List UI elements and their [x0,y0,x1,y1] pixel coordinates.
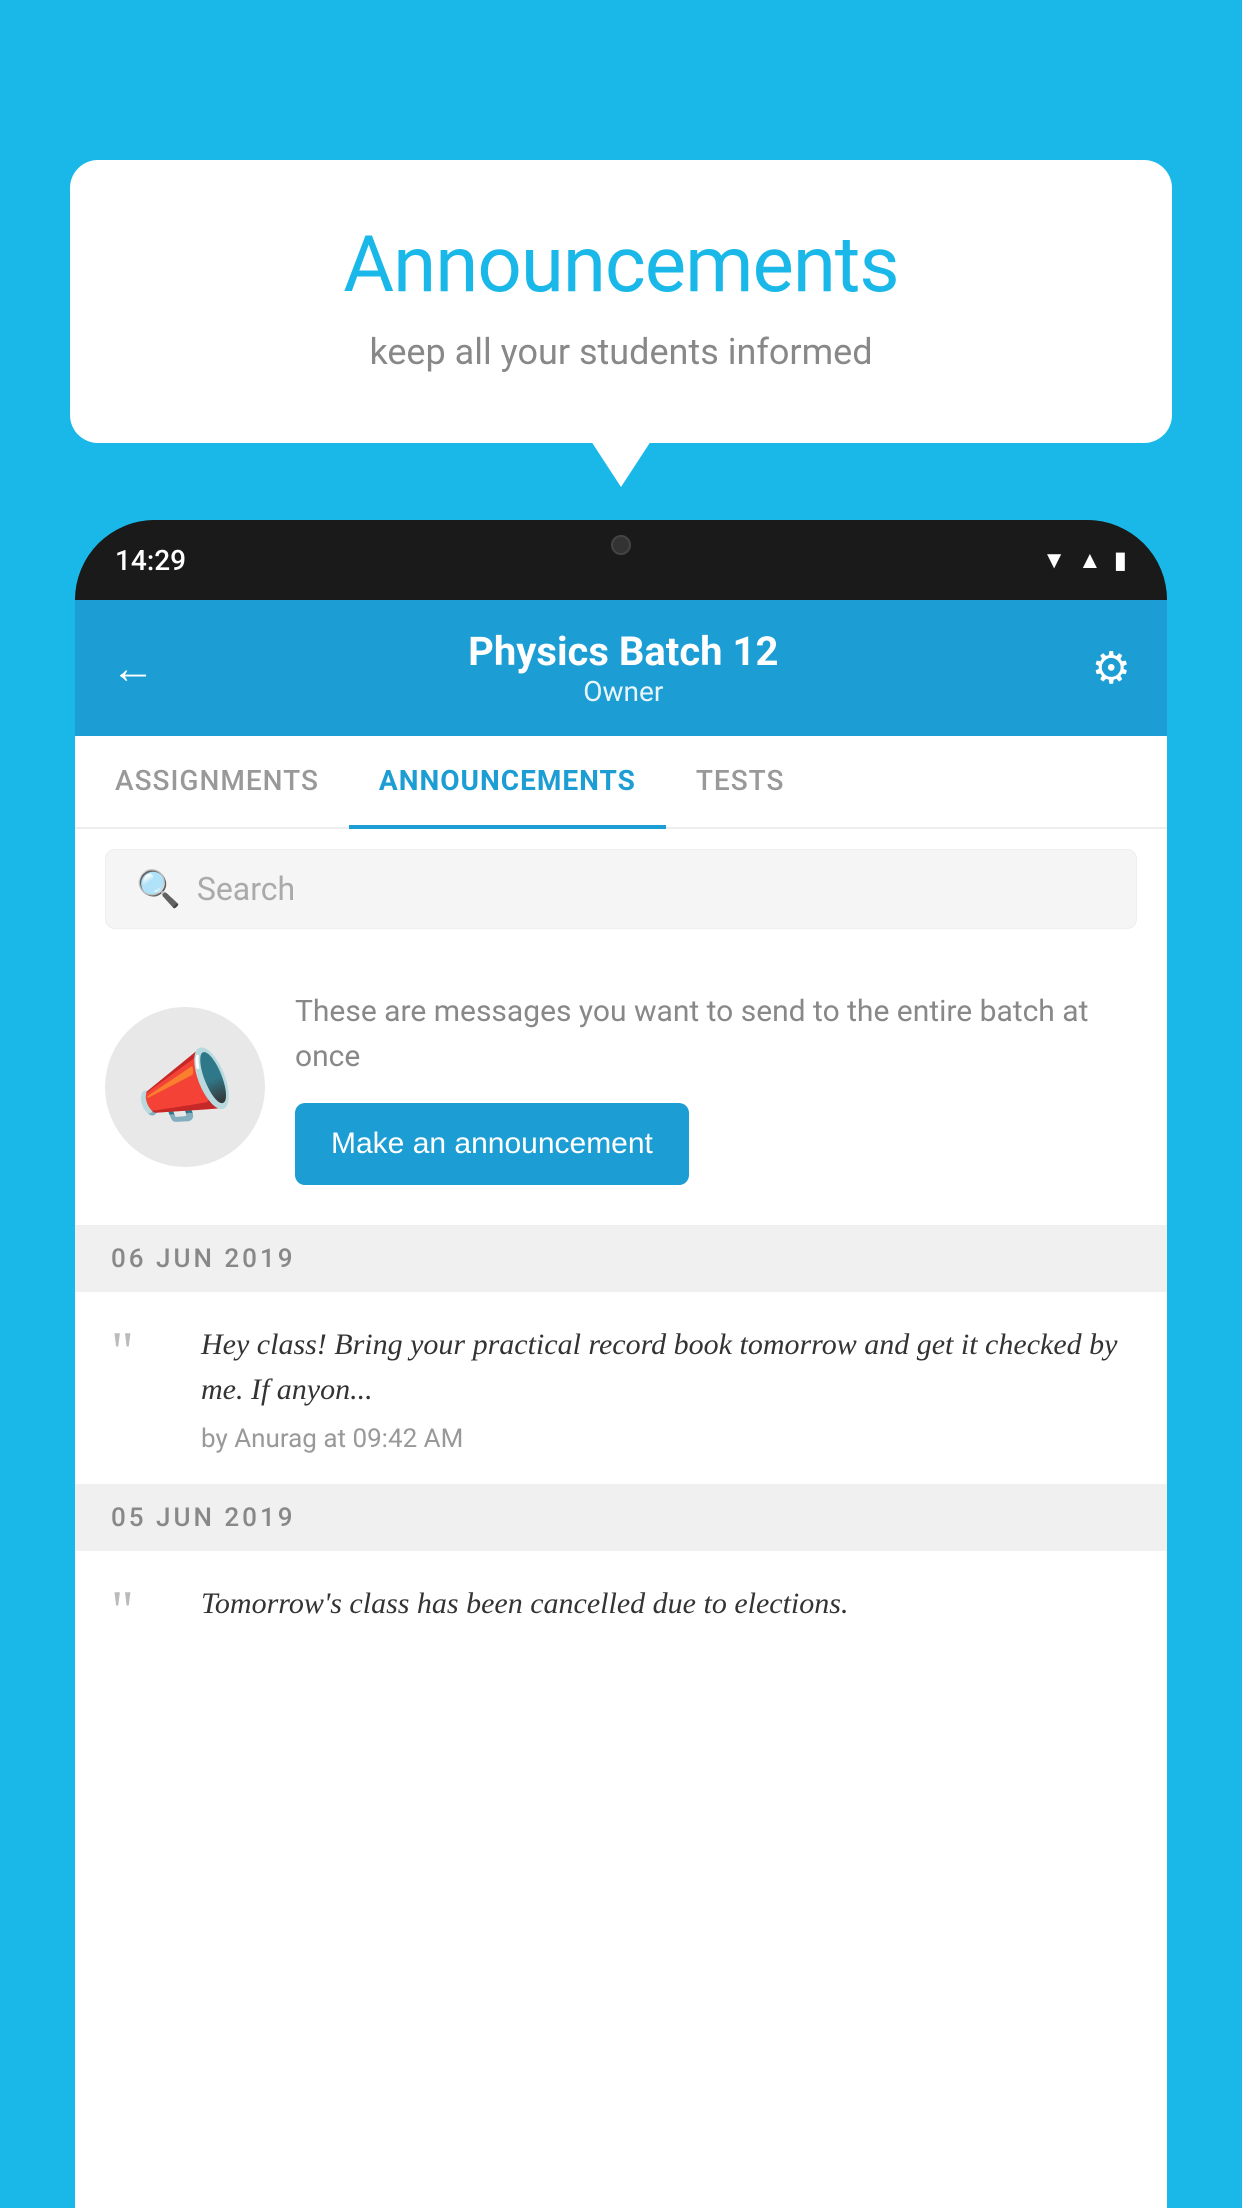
megaphone-icon: 📣 [135,1040,235,1134]
announcement-content-1: Hey class! Bring your practical record b… [201,1322,1131,1454]
wifi-icon: ▼ [1042,546,1066,575]
announcement-content-2: Tomorrow's class has been cancelled due … [201,1581,1131,1638]
bubble-subtitle: keep all your students informed [150,331,1092,373]
status-bar: 14:29 ▼ ▲ ▮ [75,520,1167,600]
tabs-bar: ASSIGNMENTS ANNOUNCEMENTS TESTS [75,736,1167,829]
announcement-item-2[interactable]: " Tomorrow's class has been cancelled du… [75,1551,1167,1668]
battery-icon: ▮ [1114,546,1127,574]
search-container: 🔍 Search [75,829,1167,949]
prompt-description: These are messages you want to send to t… [295,989,1137,1079]
phone-notch [541,520,701,570]
search-placeholder: Search [197,870,295,908]
announcement-item-1[interactable]: " Hey class! Bring your practical record… [75,1292,1167,1485]
bubble-title: Announcements [150,220,1092,311]
back-button[interactable]: ← [111,646,155,690]
quote-icon-2: " [111,1581,171,1634]
header-title: Physics Batch 12 [155,628,1092,675]
prompt-content: These are messages you want to send to t… [295,989,1137,1185]
app-header: ← Physics Batch 12 Owner ⚙ [75,600,1167,736]
header-subtitle: Owner [155,675,1092,708]
search-icon: 🔍 [136,868,181,910]
tab-announcements[interactable]: ANNOUNCEMENTS [349,736,666,829]
tab-tests[interactable]: TESTS [666,736,815,829]
date-separator-2: 05 JUN 2019 [75,1485,1167,1551]
announcement-prompt: 📣 These are messages you want to send to… [75,949,1167,1226]
phone-frame: 14:29 ▼ ▲ ▮ ← Physics Batch 12 Owner ⚙ [75,520,1167,2208]
speech-bubble: Announcements keep all your students inf… [70,160,1172,443]
announcement-meta-1: by Anurag at 09:42 AM [201,1424,1131,1454]
signal-icon: ▲ [1078,546,1102,575]
tab-assignments[interactable]: ASSIGNMENTS [85,736,349,829]
phone-container: 14:29 ▼ ▲ ▮ ← Physics Batch 12 Owner ⚙ [75,520,1167,2208]
header-title-group: Physics Batch 12 Owner [155,628,1092,708]
make-announcement-button[interactable]: Make an announcement [295,1103,689,1185]
search-bar[interactable]: 🔍 Search [105,849,1137,929]
megaphone-circle: 📣 [105,1007,265,1167]
phone-screen: ← Physics Batch 12 Owner ⚙ ASSIGNMENTS A… [75,600,1167,2208]
camera-dot [611,535,631,555]
announcement-text-2: Tomorrow's class has been cancelled due … [201,1581,1131,1626]
settings-icon[interactable]: ⚙ [1092,642,1131,694]
speech-bubble-section: Announcements keep all your students inf… [70,160,1172,443]
announcement-text-1: Hey class! Bring your practical record b… [201,1322,1131,1412]
quote-icon-1: " [111,1322,171,1375]
date-separator-1: 06 JUN 2019 [75,1226,1167,1292]
